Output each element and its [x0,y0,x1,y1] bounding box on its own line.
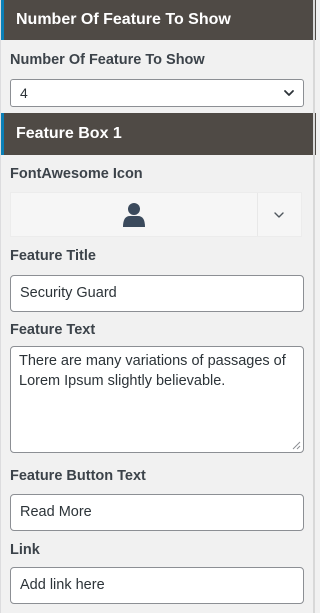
feature-box-section-header[interactable]: Feature Box 1 [1,113,316,155]
number-of-feature-section-header[interactable]: Number Of Feature To Show [1,0,316,40]
feature-button-text-label: Feature Button Text [10,468,146,484]
icon-picker[interactable] [10,192,302,237]
feature-text-value: There are many variations of passages of… [19,353,286,389]
number-of-feature-select[interactable]: 4 [10,79,304,107]
feature-text-textarea[interactable]: There are many variations of passages of… [10,346,304,453]
link-label: Link [10,542,40,558]
select-value: 4 [20,85,28,101]
feature-text-label: Feature Text [10,322,96,338]
fontawesome-icon-label: FontAwesome Icon [10,166,143,182]
section-header-title: Number Of Feature To Show [16,11,231,28]
number-of-feature-label: Number Of Feature To Show [10,52,205,68]
chevron-down-icon [284,90,294,96]
customizer-panel: Number Of Feature To Show Number Of Feat… [0,0,316,613]
section-header-title: Feature Box 1 [16,125,122,142]
feature-title-input[interactable]: Security Guard [10,275,304,312]
scrollbar-edge[interactable] [313,0,315,613]
feature-title-label: Feature Title [10,248,96,264]
icon-preview[interactable] [11,193,257,236]
feature-button-text-input[interactable]: Read More [10,494,304,531]
chevron-down-icon [274,212,284,218]
link-input[interactable]: Add link here [10,567,304,604]
user-icon [123,203,145,227]
resize-grip-icon[interactable] [292,441,301,450]
icon-picker-toggle[interactable] [258,193,301,236]
